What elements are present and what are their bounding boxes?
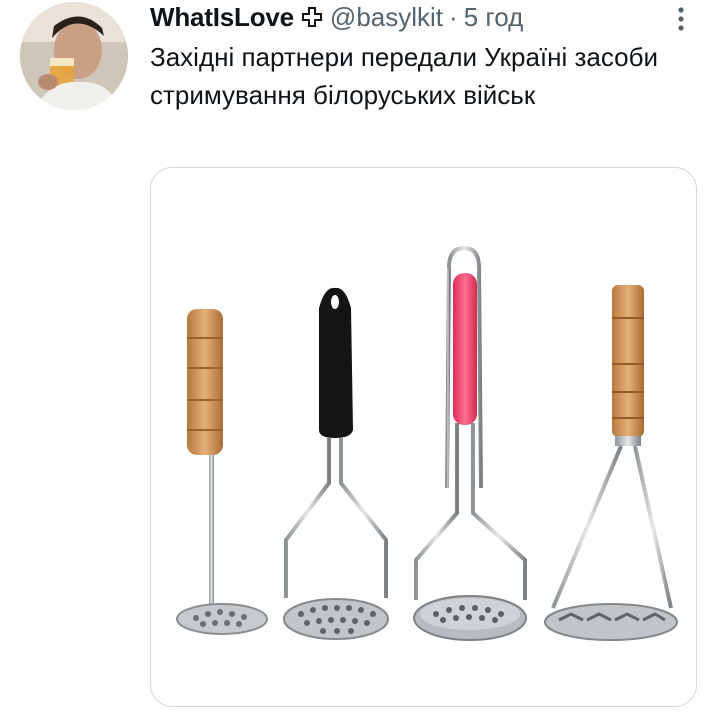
potato-mashers-photo xyxy=(176,245,678,641)
avatar[interactable] xyxy=(20,2,128,110)
more-vertical-icon[interactable] xyxy=(672,6,690,32)
handle[interactable]: @basylkit xyxy=(330,2,443,33)
masher-black xyxy=(283,287,389,640)
display-name[interactable]: WhatIsLove xyxy=(150,2,294,33)
tweet-text: Західні партнери передали Україні засоби… xyxy=(150,42,659,110)
separator-dot: · xyxy=(449,1,458,32)
masher-wooden-small xyxy=(176,309,268,635)
tweet-header: WhatIsLove @basylkit · 5 год xyxy=(150,0,523,34)
swiss-cross-icon xyxy=(301,7,322,27)
avatar-photo xyxy=(20,2,128,110)
masher-pink xyxy=(413,245,527,641)
tweet-media[interactable] xyxy=(150,167,697,707)
masher-wooden-triangle xyxy=(544,285,678,641)
timestamp[interactable]: 5 год xyxy=(464,2,524,33)
